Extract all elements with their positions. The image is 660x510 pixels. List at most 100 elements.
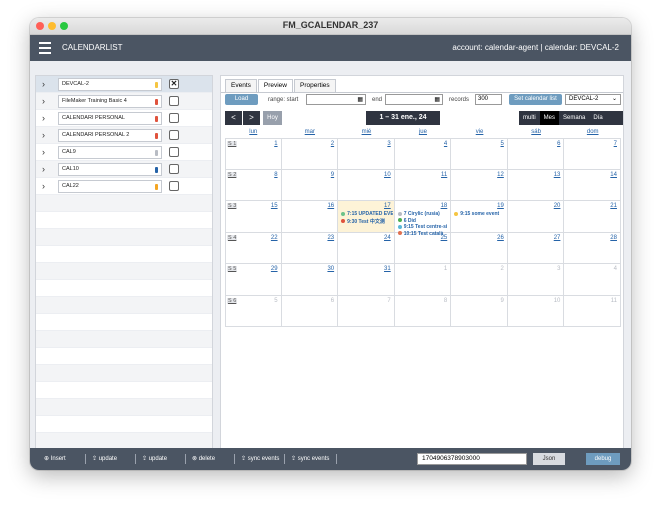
tab-events[interactable]: Events [225, 79, 257, 92]
day-number[interactable]: 2 [501, 266, 504, 272]
day-cell[interactable]: 3 [507, 264, 565, 296]
calendar-event[interactable]: 9:15 some event [454, 211, 506, 217]
next-button[interactable]: > [243, 111, 260, 125]
day-number[interactable]: 16 [327, 203, 334, 209]
day-cell[interactable]: 4 [394, 138, 452, 170]
day-cell[interactable]: 14 [564, 169, 621, 201]
day-header[interactable]: jue [395, 129, 452, 137]
day-number[interactable]: 19 [497, 203, 504, 209]
day-number[interactable]: 9 [331, 172, 334, 178]
calendar-event[interactable]: 10:15 Test català [397, 231, 450, 237]
calendar-event[interactable]: 9:30 Test 中文测 [341, 218, 393, 225]
calendar-name-field[interactable]: CAL10 [58, 163, 162, 176]
day-cell[interactable]: 10 [338, 169, 395, 201]
week-label[interactable]: S 3 [227, 203, 238, 209]
day-cell[interactable]: 15 S 3 [225, 201, 282, 233]
day-number[interactable]: 20 [554, 203, 561, 209]
calendar-name-field[interactable]: FileMaker Training Basic 4 [58, 95, 162, 108]
calendar-checkbox[interactable] [169, 96, 179, 106]
delete-button[interactable]: ⊗ delete [185, 454, 215, 464]
calendar-name-field[interactable]: CALENDARI PERSONAL [58, 112, 162, 125]
insert-button[interactable]: ⊕ Insert [38, 454, 66, 464]
week-label[interactable]: S 6 [227, 297, 238, 304]
week-label[interactable]: S 1 [227, 141, 238, 147]
day-cell[interactable]: 2 [281, 138, 339, 170]
week-label[interactable]: S 5 [227, 266, 238, 272]
day-number[interactable]: 9 [501, 298, 504, 304]
day-number[interactable]: 28 [610, 235, 617, 241]
calendar-checkbox[interactable] [169, 181, 179, 191]
calendar-event[interactable]: 6 Did [397, 218, 450, 224]
calendar-checkbox[interactable] [169, 113, 179, 123]
sync-events-button-2[interactable]: ⇪ sync events [284, 454, 329, 464]
week-label[interactable]: S 4 [227, 234, 238, 241]
day-number[interactable]: 10 [554, 298, 561, 304]
day-cell[interactable]: 8 [394, 295, 452, 327]
range-start-input[interactable]: ▦ [306, 94, 366, 105]
day-cell[interactable]: 21 [564, 201, 621, 233]
day-header[interactable]: sáb [508, 129, 565, 137]
id-field[interactable]: 1704906378903000 [417, 453, 527, 465]
day-number[interactable]: 15 [271, 203, 278, 209]
calendar-list-item[interactable]: › FileMaker Training Basic 4 [36, 93, 212, 110]
chevron-right-icon[interactable]: › [42, 130, 45, 140]
calendar-checkbox[interactable] [169, 130, 179, 140]
menu-icon[interactable] [39, 42, 51, 54]
day-cell[interactable]: 28 [564, 232, 621, 264]
day-cell[interactable]: 1 [394, 264, 452, 296]
calendar-name-field[interactable]: CAL9 [58, 146, 162, 159]
day-number[interactable]: 10 [384, 172, 391, 178]
update-button-1[interactable]: ⇪ update [85, 454, 117, 464]
calendar-name-field[interactable]: CAL22 [58, 180, 162, 193]
day-number[interactable]: 3 [557, 266, 560, 272]
update-button-2[interactable]: ⇪ update [135, 454, 167, 464]
day-number[interactable]: 23 [327, 235, 334, 241]
day-number[interactable]: 18 [441, 203, 448, 209]
calendar-event[interactable]: 7:15 UPDATED EVE [341, 211, 393, 217]
calendar-checkbox[interactable] [169, 164, 179, 174]
range-end-input[interactable]: ▦ [385, 94, 443, 105]
day-cell[interactable]: 22 S 4 [225, 232, 282, 264]
day-number[interactable]: 11 [611, 298, 617, 304]
day-cell[interactable]: 29 S 5 [225, 264, 282, 296]
day-cell[interactable]: 8 S 2 [225, 169, 282, 201]
calendar-list-item[interactable]: › DEVCAL-2 ✕ [36, 76, 212, 93]
day-cell[interactable]: 9 [281, 169, 339, 201]
day-number[interactable]: 7 [387, 298, 390, 304]
day-cell[interactable]: 4 [564, 264, 621, 296]
calendar-name-field[interactable]: DEVCAL-2 [58, 78, 162, 91]
day-cell[interactable]: 7 [338, 295, 395, 327]
view-multi[interactable]: multi [519, 111, 540, 125]
calendar-list-item[interactable]: › CALENDARI PERSONAL [36, 110, 212, 127]
day-cell[interactable]: 6 [281, 295, 339, 327]
calendar-list-item[interactable]: › CALENDARI PERSONAL 2 [36, 127, 212, 144]
load-button[interactable]: Load [225, 94, 258, 105]
calendar-list-item[interactable]: › CAL10 [36, 161, 212, 178]
day-number[interactable]: 24 [384, 235, 391, 241]
day-cell[interactable]: 10 [507, 295, 565, 327]
day-number[interactable]: 3 [387, 141, 390, 147]
json-button[interactable]: Json [533, 453, 565, 465]
prev-button[interactable]: < [225, 111, 242, 125]
day-header[interactable]: mar [282, 129, 339, 137]
day-cell[interactable]: 5 S 6 [225, 295, 282, 327]
calendar-icon[interactable]: ▦ [357, 96, 363, 103]
calendar-icon[interactable]: ▦ [434, 96, 440, 103]
day-cell[interactable]: 23 [281, 232, 339, 264]
day-header[interactable]: vie [451, 129, 508, 137]
day-number[interactable]: 11 [441, 172, 447, 178]
day-number[interactable]: 7 [614, 141, 617, 147]
chevron-right-icon[interactable]: › [42, 147, 45, 157]
day-number[interactable]: 14 [610, 172, 617, 178]
day-cell[interactable]: 7 [564, 138, 621, 170]
day-cell[interactable]: 20 [507, 201, 565, 233]
day-header[interactable]: dom [564, 129, 621, 137]
day-number[interactable]: 17 [384, 203, 391, 209]
set-calendar-list-button[interactable]: Set calendar list [509, 94, 562, 105]
chevron-right-icon[interactable]: › [42, 181, 45, 191]
calendar-event[interactable]: 9:15 Test centre-si [397, 224, 450, 230]
day-number[interactable]: 1 [444, 266, 447, 272]
day-number[interactable]: 6 [557, 141, 560, 147]
day-number[interactable]: 4 [444, 141, 447, 147]
records-input[interactable]: 300 [475, 94, 502, 105]
